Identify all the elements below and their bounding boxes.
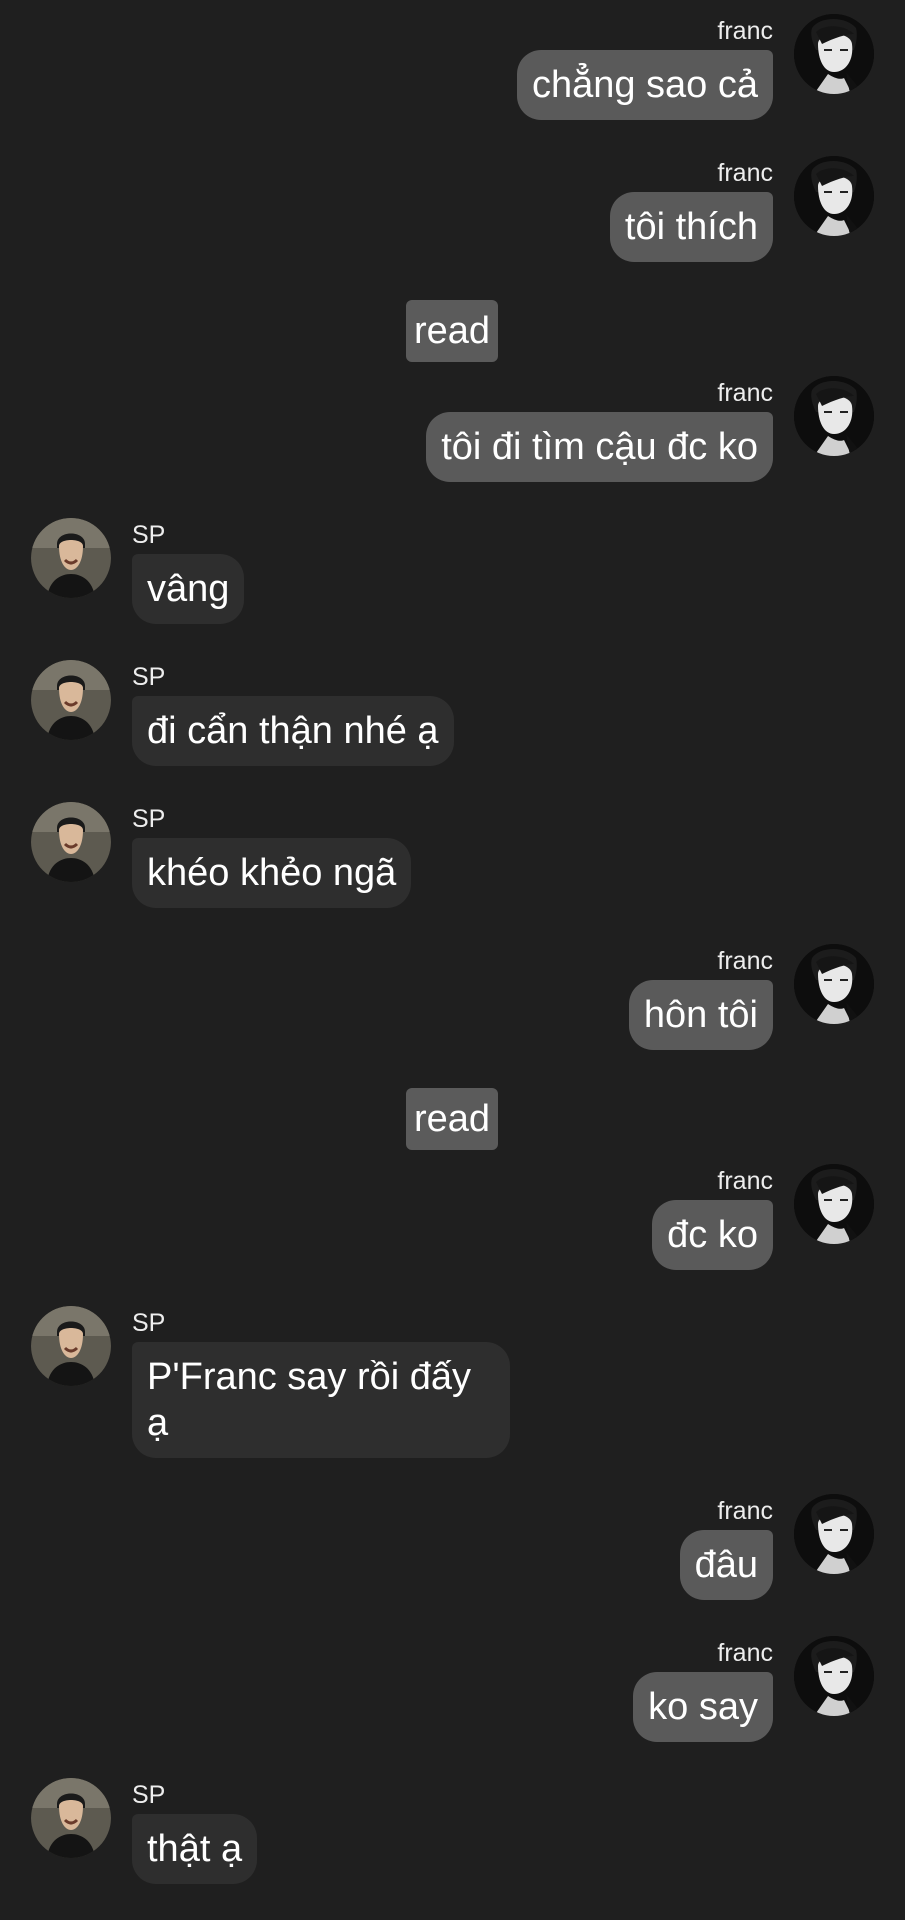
message-bubble[interactable]: tôi thích: [609, 192, 773, 262]
sender-name: franc: [717, 17, 773, 45]
sender-name: franc: [717, 379, 773, 407]
franc-avatar-icon[interactable]: [794, 1164, 874, 1244]
sp-avatar-icon[interactable]: [31, 660, 111, 740]
sp-avatar-icon[interactable]: [31, 1306, 111, 1386]
read-receipt: read: [406, 300, 499, 362]
franc-avatar-icon[interactable]: [794, 1494, 874, 1574]
message-bubble[interactable]: tôi đi tìm cậu đc ko: [426, 412, 773, 482]
message-bubble[interactable]: ko say: [633, 1672, 773, 1742]
sender-name: SP: [132, 805, 166, 833]
sender-name: SP: [132, 1781, 166, 1809]
franc-avatar-icon[interactable]: [794, 156, 874, 236]
sp-avatar-icon[interactable]: [31, 518, 111, 598]
sender-name: franc: [717, 1497, 773, 1525]
sender-name: franc: [717, 947, 773, 975]
message-bubble[interactable]: đâu: [679, 1530, 773, 1600]
sp-avatar-icon[interactable]: [31, 802, 111, 882]
message-bubble[interactable]: chẳng sao cả: [516, 50, 773, 120]
message-bubble[interactable]: hôn tôi: [628, 980, 773, 1050]
read-receipt: read: [406, 1088, 499, 1150]
sender-name: franc: [717, 1639, 773, 1667]
message-bubble[interactable]: đc ko: [652, 1200, 773, 1270]
message-bubble[interactable]: vâng: [132, 554, 245, 624]
sender-name: SP: [132, 663, 166, 691]
franc-avatar-icon[interactable]: [794, 376, 874, 456]
franc-avatar-icon[interactable]: [794, 1636, 874, 1716]
sender-name: SP: [132, 521, 166, 549]
sender-name: franc: [717, 1167, 773, 1195]
message-bubble[interactable]: thật ạ: [132, 1814, 258, 1884]
sp-avatar-icon[interactable]: [31, 1778, 111, 1858]
message-bubble[interactable]: đi cẩn thận nhé ạ: [132, 696, 454, 766]
sender-name: SP: [132, 1309, 166, 1337]
message-bubble[interactable]: P'Franc say rồi đấy ạ: [132, 1342, 510, 1458]
franc-avatar-icon[interactable]: [794, 14, 874, 94]
franc-avatar-icon[interactable]: [794, 944, 874, 1024]
message-bubble[interactable]: khéo khẻo ngã: [132, 838, 412, 908]
sender-name: franc: [717, 159, 773, 187]
